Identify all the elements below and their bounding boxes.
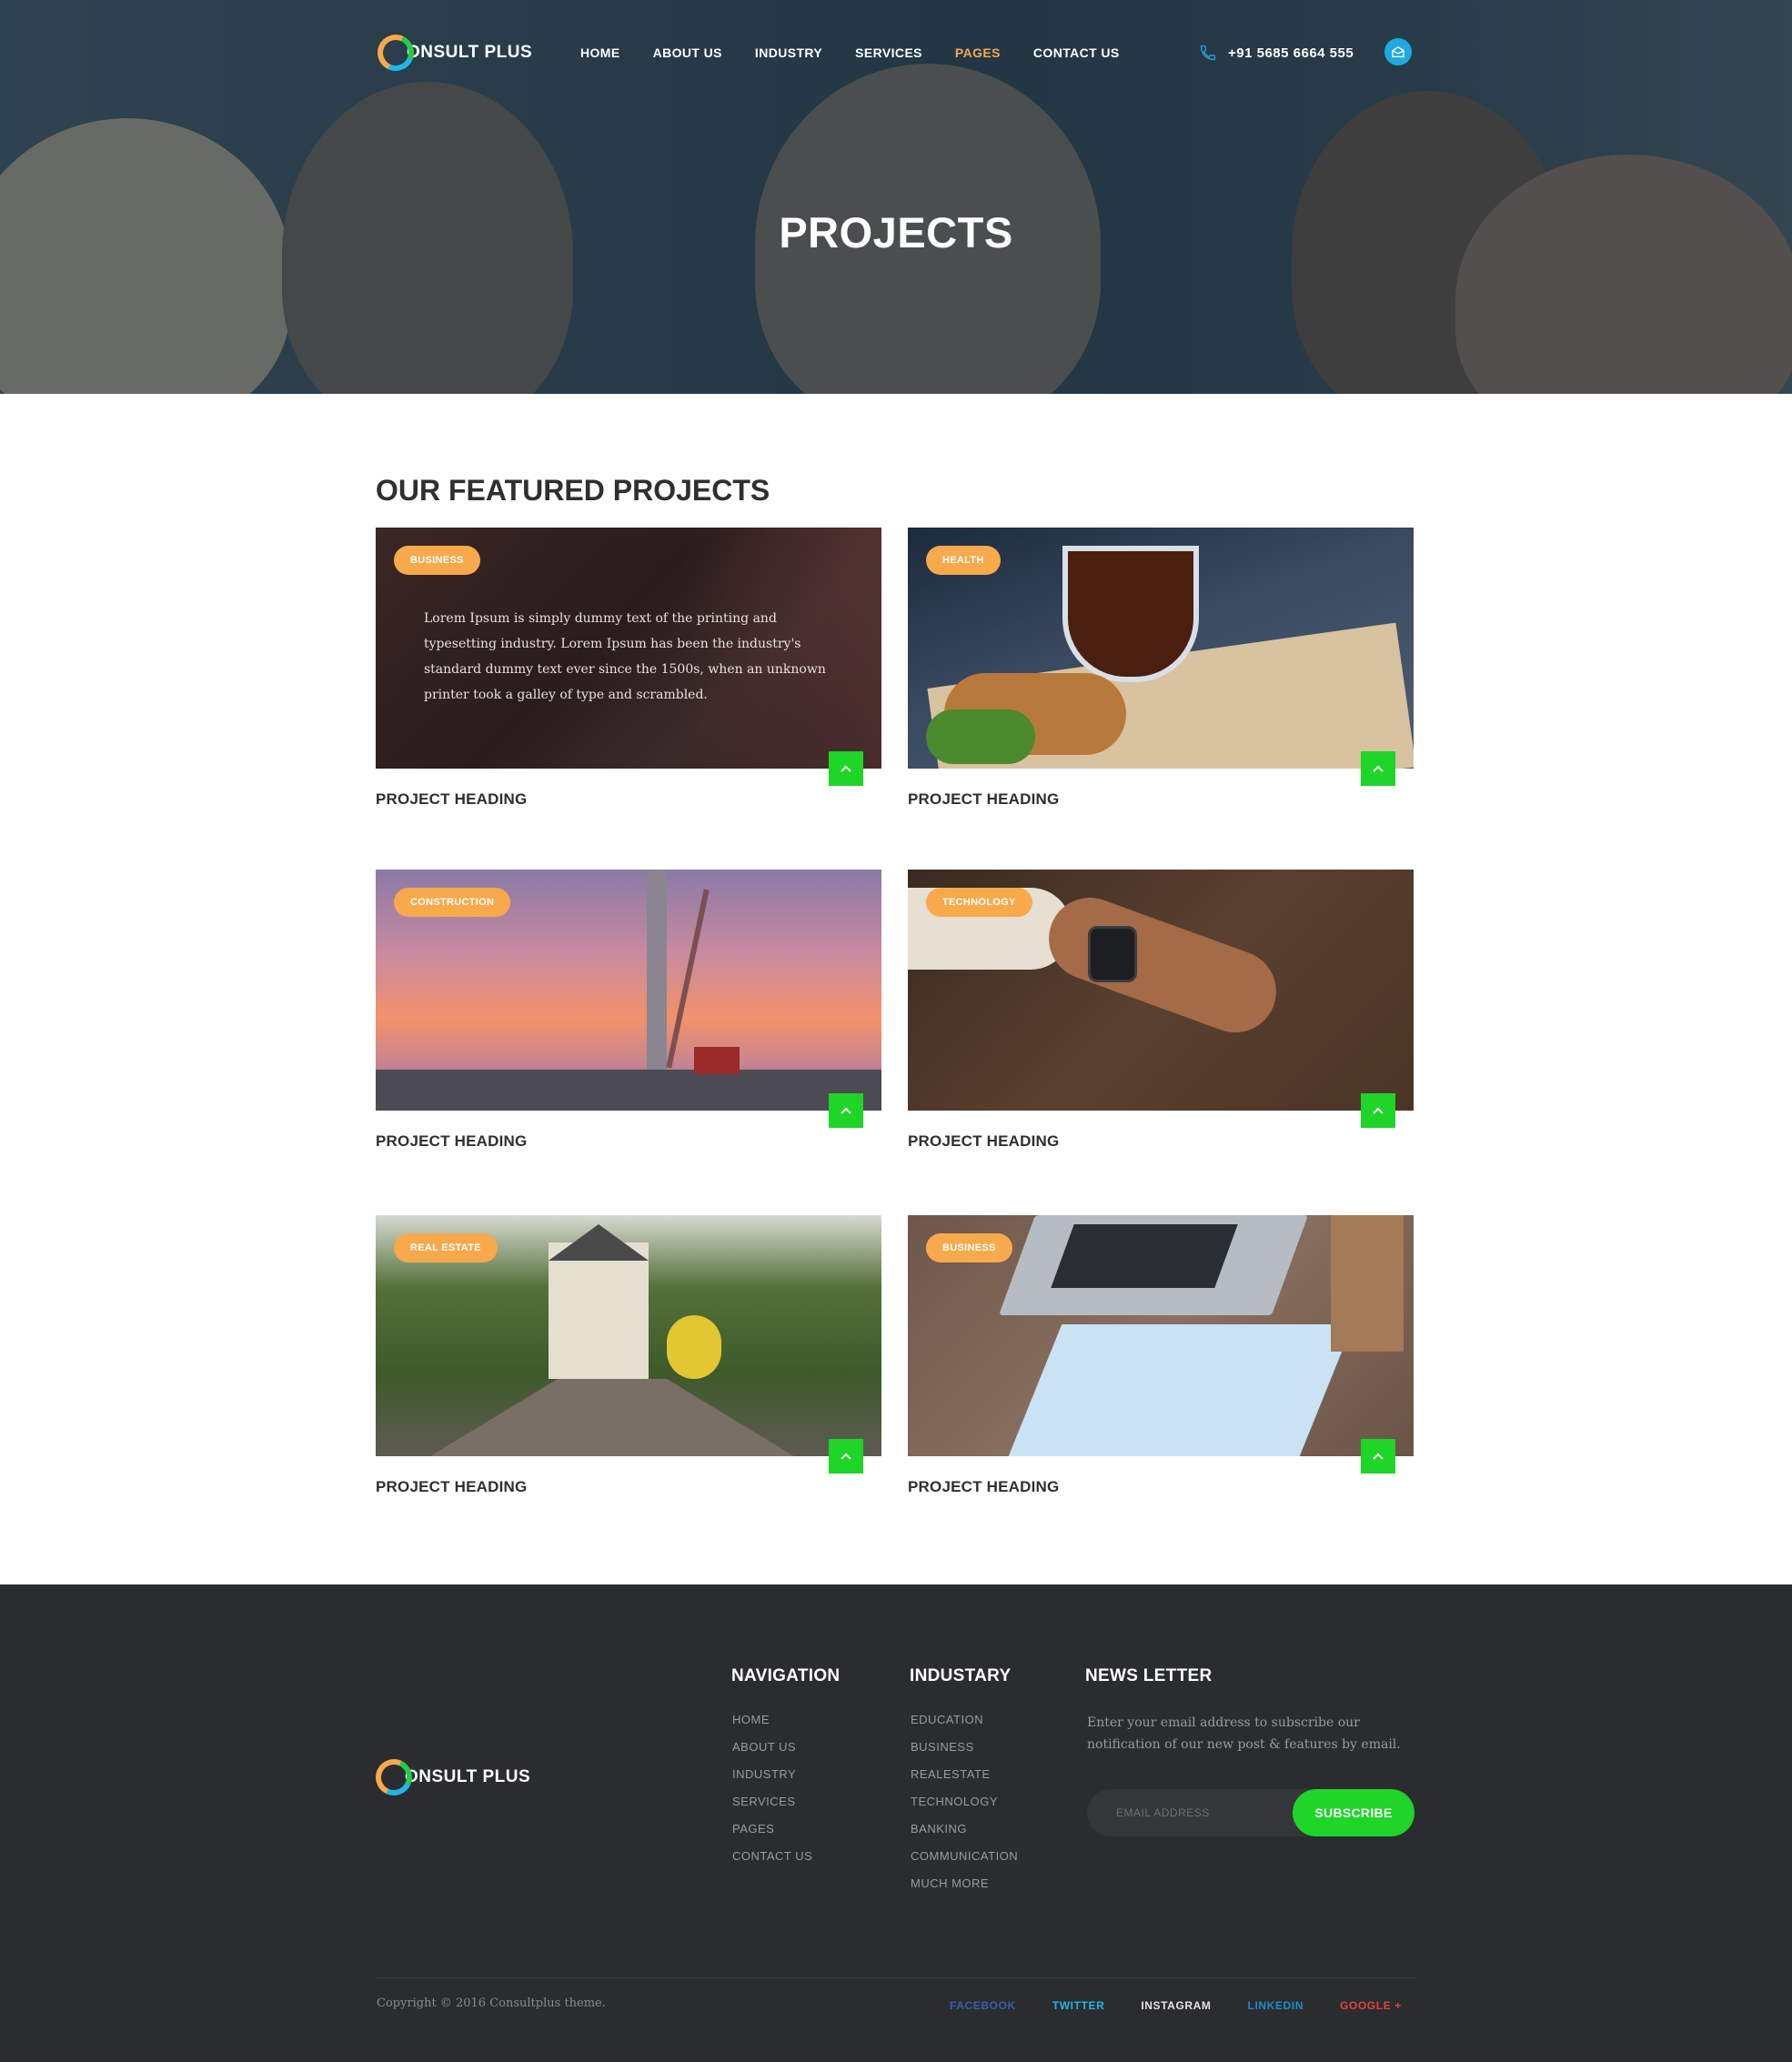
project-tag[interactable]: BUSINESS bbox=[394, 546, 480, 575]
chevron-up-icon bbox=[1373, 1453, 1384, 1460]
footer-industry-realestate[interactable]: REALESTATE bbox=[911, 1767, 1018, 1795]
footer-nav-pages[interactable]: PAGES bbox=[732, 1822, 812, 1849]
footer-nav-home[interactable]: HOME bbox=[732, 1713, 812, 1740]
footer-industry-business[interactable]: BUSINESS bbox=[911, 1740, 1018, 1767]
footer-industry-much-more[interactable]: MUCH MORE bbox=[911, 1876, 1018, 1904]
logo-text: ONSULT PLUS bbox=[405, 1767, 531, 1786]
social-link-instagram[interactable]: INSTAGRAM bbox=[1141, 1999, 1211, 2012]
chevron-up-icon bbox=[1373, 765, 1384, 772]
footer-divider bbox=[376, 1977, 1416, 1978]
social-link-twitter[interactable]: TWITTER bbox=[1052, 1999, 1105, 2012]
phone-icon bbox=[1200, 45, 1216, 61]
nav-item-about-us[interactable]: ABOUT US bbox=[653, 45, 722, 60]
footer-logo[interactable]: ONSULT PLUS bbox=[370, 1754, 531, 1801]
logo-ring-icon bbox=[372, 29, 419, 76]
project-heading[interactable]: PROJECT HEADING bbox=[908, 1132, 1414, 1151]
footer-industry-education[interactable]: EDUCATION bbox=[911, 1713, 1018, 1740]
expand-button[interactable] bbox=[829, 1093, 863, 1128]
social-link-google-plus[interactable]: GOOGLE + bbox=[1340, 1999, 1402, 2012]
envelope-icon bbox=[1392, 45, 1404, 57]
project-card[interactable]: REAL ESTATE PROJECT HEADING bbox=[376, 1215, 881, 1496]
expand-button[interactable] bbox=[829, 1439, 863, 1474]
project-image: TECHNOLOGY bbox=[908, 870, 1414, 1111]
footer-industry-communication[interactable]: COMMUNICATION bbox=[911, 1849, 1018, 1876]
project-heading[interactable]: PROJECT HEADING bbox=[908, 790, 1414, 809]
mail-button[interactable] bbox=[1384, 38, 1412, 65]
project-heading[interactable]: PROJECT HEADING bbox=[376, 1478, 881, 1496]
project-tag[interactable]: REAL ESTATE bbox=[394, 1233, 498, 1262]
logo[interactable]: ONSULT PLUS bbox=[372, 29, 533, 76]
footer-newsletter-title: NEWS LETTER bbox=[1085, 1666, 1213, 1685]
newsletter-description: Enter your email address to subscribe ou… bbox=[1087, 1715, 1401, 1752]
project-image: HEALTH bbox=[908, 528, 1414, 769]
social-links: FACEBOOK TWITTER INSTAGRAM LINKEDIN GOOG… bbox=[950, 1999, 1438, 2012]
nav-item-services[interactable]: SERVICES bbox=[855, 45, 922, 60]
chevron-up-icon bbox=[841, 1453, 851, 1460]
logo-ring-icon bbox=[370, 1754, 418, 1801]
nav-item-industry[interactable]: INDUSTRY bbox=[755, 45, 822, 60]
project-card[interactable]: BUSINESS PROJECT HEADING bbox=[908, 1215, 1414, 1496]
expand-button[interactable] bbox=[829, 751, 863, 786]
project-description: Lorem Ipsum is simply dummy text of the … bbox=[424, 611, 826, 702]
footer-nav-contact-us[interactable]: CONTACT US bbox=[732, 1849, 812, 1876]
footer-industry-banking[interactable]: BANKING bbox=[911, 1822, 1018, 1849]
project-heading[interactable]: PROJECT HEADING bbox=[376, 790, 881, 809]
page-title: PROJECTS bbox=[779, 208, 1013, 256]
project-tag[interactable]: BUSINESS bbox=[926, 1233, 1012, 1262]
section-title: OUR FEATURED PROJECTS bbox=[376, 474, 770, 507]
project-image: REAL ESTATE bbox=[376, 1215, 881, 1456]
chevron-up-icon bbox=[841, 1107, 851, 1114]
social-link-facebook[interactable]: FACEBOOK bbox=[950, 1999, 1016, 2012]
project-heading[interactable]: PROJECT HEADING bbox=[376, 1132, 881, 1151]
main-nav: HOME ABOUT US INDUSTRY SERVICES PAGES CO… bbox=[580, 45, 1153, 60]
footer-nav-industry[interactable]: INDUSTRY bbox=[732, 1767, 812, 1795]
footer-industry-technology[interactable]: TECHNOLOGY bbox=[911, 1795, 1018, 1822]
chevron-up-icon bbox=[1373, 1107, 1384, 1114]
project-heading[interactable]: PROJECT HEADING bbox=[908, 1478, 1414, 1496]
social-link-linkedin[interactable]: LINKEDIN bbox=[1248, 1999, 1304, 2012]
header-phone[interactable]: +91 5685 6664 555 bbox=[1199, 44, 1354, 62]
expand-button[interactable] bbox=[1361, 751, 1395, 786]
hero-banner: ONSULT PLUS HOME ABOUT US INDUSTRY SERVI… bbox=[0, 0, 1792, 394]
expand-button[interactable] bbox=[1361, 1093, 1395, 1128]
chevron-up-icon bbox=[841, 765, 851, 772]
footer-nav-services[interactable]: SERVICES bbox=[732, 1795, 812, 1822]
email-field[interactable] bbox=[1116, 1789, 1280, 1836]
expand-button[interactable] bbox=[1361, 1439, 1395, 1474]
project-card[interactable]: BUSINESS Lorem Ipsum is simply dummy tex… bbox=[376, 528, 881, 809]
project-image: CONSTRUCTION bbox=[376, 870, 881, 1111]
project-tag[interactable]: HEALTH bbox=[926, 546, 1001, 575]
nav-item-contact-us[interactable]: CONTACT US bbox=[1033, 45, 1120, 60]
project-card[interactable]: TECHNOLOGY PROJECT HEADING bbox=[908, 870, 1414, 1151]
footer-industary-title: INDUSTARY bbox=[910, 1666, 1012, 1685]
logo-text: ONSULT PLUS bbox=[407, 43, 533, 62]
footer: ONSULT PLUS NAVIGATION HOME ABOUT US IND… bbox=[0, 1584, 1792, 2062]
phone-number: +91 5685 6664 555 bbox=[1228, 45, 1354, 61]
newsletter-form: SUBSCRIBE bbox=[1087, 1789, 1414, 1836]
subscribe-button[interactable]: SUBSCRIBE bbox=[1293, 1789, 1414, 1836]
project-card[interactable]: CONSTRUCTION PROJECT HEADING bbox=[376, 870, 881, 1151]
project-image: BUSINESS bbox=[908, 1215, 1414, 1456]
project-card[interactable]: HEALTH PROJECT HEADING bbox=[908, 528, 1414, 809]
project-tag[interactable]: TECHNOLOGY bbox=[926, 888, 1032, 917]
footer-navigation-title: NAVIGATION bbox=[731, 1666, 841, 1685]
copyright: Copyright © 2016 Consultplus theme. bbox=[377, 1997, 606, 2010]
project-image: BUSINESS Lorem Ipsum is simply dummy tex… bbox=[376, 528, 881, 769]
nav-item-home[interactable]: HOME bbox=[580, 45, 620, 60]
footer-industary-list: EDUCATION BUSINESS REALESTATE TECHNOLOGY… bbox=[911, 1713, 1018, 1904]
footer-nav-about-us[interactable]: ABOUT US bbox=[732, 1740, 812, 1767]
project-tag[interactable]: CONSTRUCTION bbox=[394, 888, 511, 917]
nav-item-pages[interactable]: PAGES bbox=[955, 45, 1001, 60]
footer-navigation-list: HOME ABOUT US INDUSTRY SERVICES PAGES CO… bbox=[732, 1713, 812, 1876]
